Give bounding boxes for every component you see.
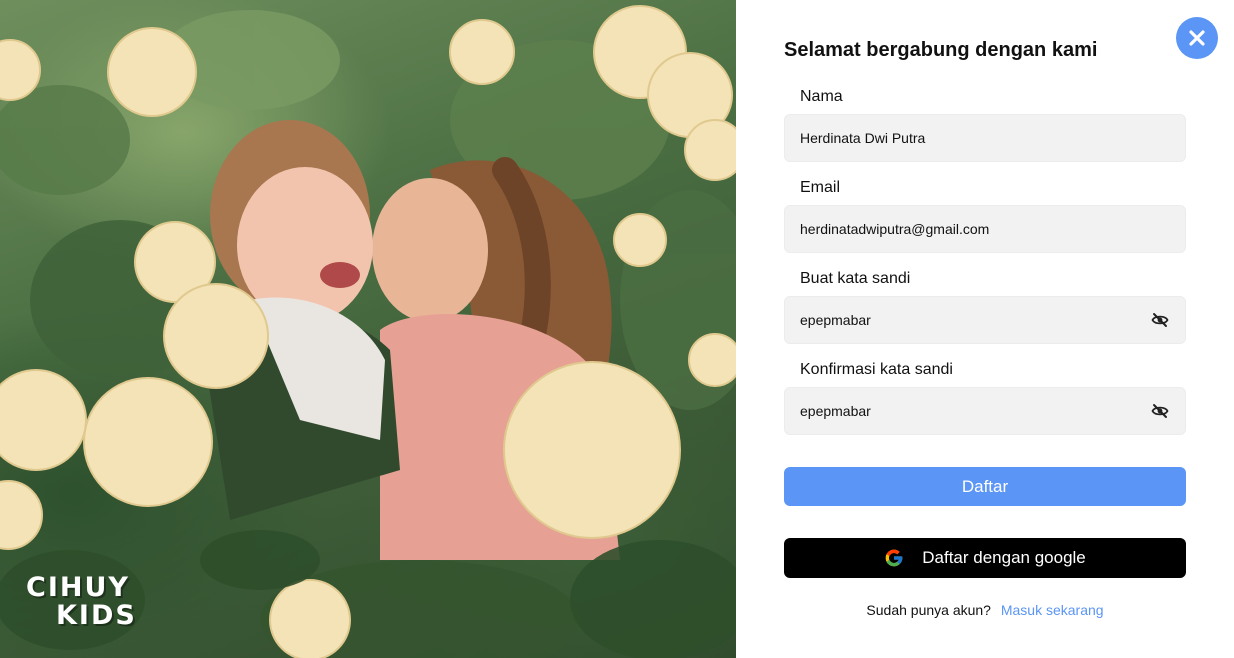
brand-logo-line1: CIHUY	[26, 572, 130, 603]
login-prompt-text: Sudah punya akun?	[866, 602, 991, 618]
eye-off-icon	[1151, 313, 1169, 327]
hero-photo: CIHUY KIDS	[0, 0, 736, 658]
google-register-label: Daftar dengan google	[922, 548, 1086, 567]
google-icon	[885, 549, 903, 567]
page-title: Selamat bergabung dengan kami	[784, 39, 1098, 61]
register-button[interactable]: Daftar	[784, 467, 1186, 506]
login-prompt: Sudah punya akun? Masuk sekarang	[736, 602, 1234, 618]
brand-logo: CIHUY KIDS	[26, 574, 138, 630]
register-panel: Selamat bergabung dengan kami Nama Herdi…	[736, 0, 1234, 658]
confirm-password-value: epepmabar	[800, 403, 871, 419]
login-link[interactable]: Masuk sekarang	[1001, 602, 1104, 618]
email-field[interactable]: herdinatadwiputra@gmail.com	[784, 205, 1186, 253]
name-label: Nama	[800, 88, 843, 105]
password-field[interactable]: epepmabar	[784, 296, 1186, 344]
hero-photo-illustration	[0, 5, 736, 658]
google-register-button[interactable]: Daftar dengan google	[784, 538, 1186, 578]
name-value: Herdinata Dwi Putra	[800, 130, 926, 146]
close-button[interactable]	[1176, 17, 1218, 59]
password-toggle-button[interactable]	[1150, 310, 1170, 330]
eye-off-icon	[1151, 404, 1169, 418]
password-label: Buat kata sandi	[800, 270, 911, 287]
email-label: Email	[800, 179, 841, 196]
brand-logo-line2: KIDS	[56, 600, 137, 631]
password-value: epepmabar	[800, 312, 871, 328]
confirm-password-label: Konfirmasi kata sandi	[800, 361, 953, 378]
confirm-password-field[interactable]: epepmabar	[784, 387, 1186, 435]
confirm-password-toggle-button[interactable]	[1150, 401, 1170, 421]
email-value: herdinatadwiputra@gmail.com	[800, 221, 990, 237]
name-field[interactable]: Herdinata Dwi Putra	[784, 114, 1186, 162]
close-icon	[1189, 30, 1205, 46]
